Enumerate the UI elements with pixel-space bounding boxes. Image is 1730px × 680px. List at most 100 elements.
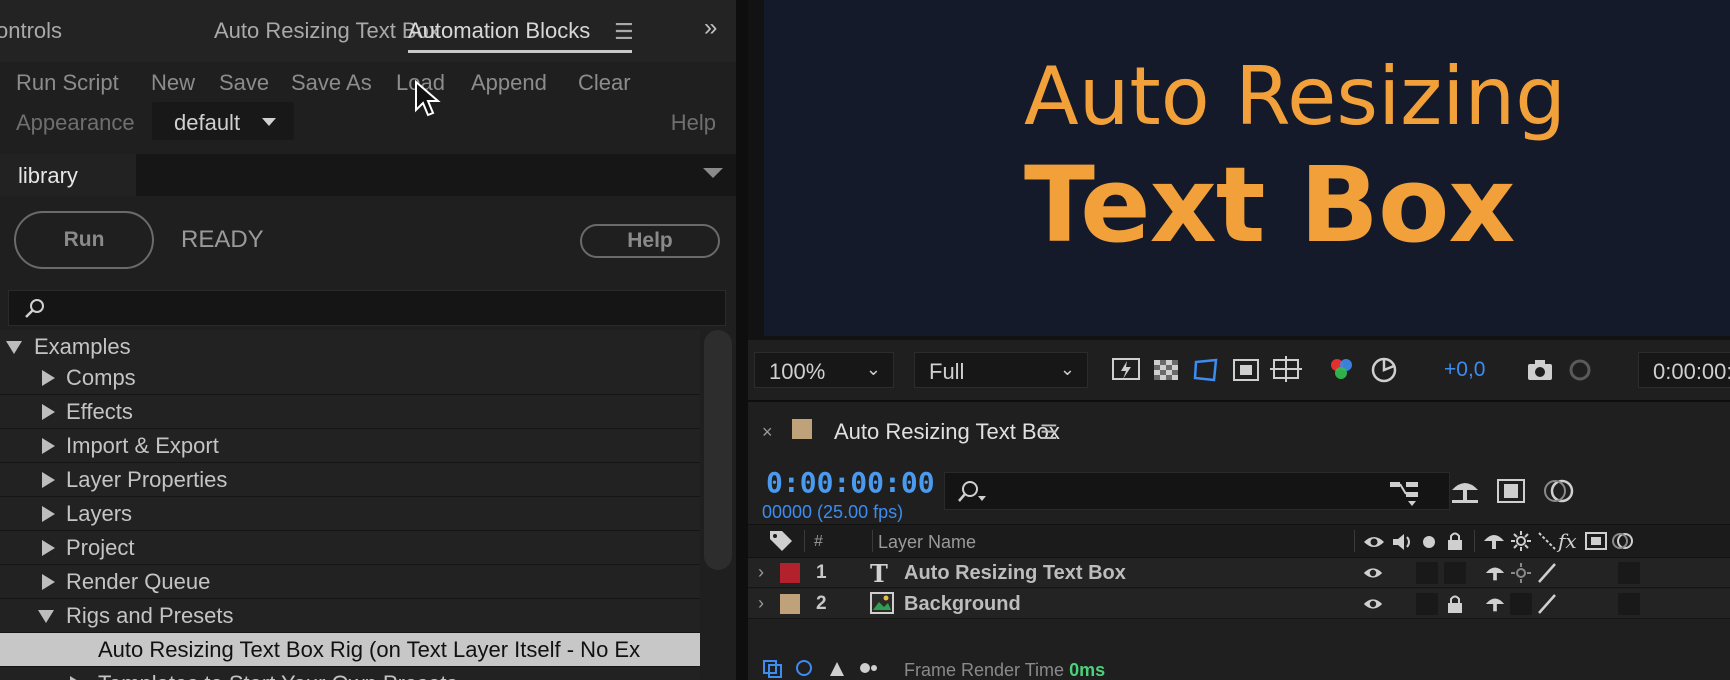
- exposure-value[interactable]: +0,0: [1444, 358, 1485, 382]
- layer-color-swatch[interactable]: [780, 594, 800, 614]
- layer-name[interactable]: Auto Resizing Text Box: [904, 562, 1126, 585]
- expanded-triangle-icon[interactable]: [6, 341, 22, 354]
- fx-toggle[interactable]: [1618, 593, 1640, 615]
- expanded-triangle-icon[interactable]: [38, 610, 54, 623]
- collapsed-triangle-icon[interactable]: [70, 676, 83, 680]
- transparency-grid-icon[interactable]: [1150, 354, 1182, 386]
- label-tag-icon[interactable]: [768, 529, 794, 553]
- mask-visibility-icon[interactable]: [1190, 354, 1222, 386]
- lock-toggle[interactable]: [1444, 562, 1466, 584]
- tree-item-render-queue[interactable]: Render Queue: [0, 565, 700, 599]
- tree-item-templates[interactable]: Templates to Start Your Own Presets: [0, 667, 700, 680]
- eye-icon[interactable]: [1362, 562, 1384, 584]
- region-of-interest-icon[interactable]: [1230, 354, 1262, 386]
- save-button[interactable]: Save: [219, 70, 269, 96]
- chevron-right-icon[interactable]: ›: [758, 562, 764, 583]
- collapsed-triangle-icon[interactable]: [42, 438, 55, 454]
- timeline-search-input[interactable]: [944, 472, 1450, 510]
- solo-toggle[interactable]: [1416, 593, 1438, 615]
- expand-panels-icon[interactable]: »: [704, 14, 717, 42]
- library-dropdown-caret-icon[interactable]: [703, 168, 723, 178]
- shy-layers-icon[interactable]: [1448, 474, 1482, 508]
- layer-name[interactable]: Background: [904, 593, 1021, 616]
- tab-automation-blocks[interactable]: Automation Blocks: [408, 18, 590, 44]
- resolution-dropdown[interactable]: Full ⌄: [914, 352, 1088, 388]
- collapsed-triangle-icon[interactable]: [42, 540, 55, 556]
- motion-blur-icon[interactable]: [1540, 474, 1574, 508]
- snapshot-camera-icon[interactable]: [1524, 354, 1556, 386]
- render-dots-icon[interactable]: [858, 658, 880, 678]
- layer-color-swatch[interactable]: [780, 563, 800, 583]
- appearance-dropdown[interactable]: default: [152, 102, 294, 140]
- mouse-cursor-icon: [415, 80, 441, 117]
- new-button[interactable]: New: [151, 70, 195, 96]
- grid-guides-icon[interactable]: [1270, 354, 1302, 386]
- column-separator[interactable]: [1354, 530, 1355, 552]
- tab-auto-resizing[interactable]: Auto Resizing Text Box: [214, 18, 440, 44]
- clear-button[interactable]: Clear: [578, 70, 631, 96]
- viewer-timecode[interactable]: 0:00:00:: [1638, 352, 1730, 388]
- color-channels-icon[interactable]: [1326, 354, 1358, 386]
- current-time-display[interactable]: 0:00:00:00: [766, 466, 935, 499]
- graph-editor-icon[interactable]: [794, 658, 816, 678]
- tree-item-layers[interactable]: Layers: [0, 497, 700, 531]
- stopwatch-icon[interactable]: [826, 658, 848, 678]
- tree-item-import-export[interactable]: Import & Export: [0, 429, 700, 463]
- shy-icon[interactable]: [1484, 593, 1506, 615]
- layer-row[interactable]: › 2 Background: [748, 589, 1730, 619]
- tab-composition[interactable]: Auto Resizing Text Box: [834, 419, 1060, 445]
- help-button[interactable]: Help: [580, 224, 720, 258]
- comp-button-icon[interactable]: [762, 658, 784, 678]
- library-search-input[interactable]: [8, 290, 726, 326]
- collapsed-triangle-icon[interactable]: [42, 370, 55, 386]
- frame-blending-icon[interactable]: [1494, 474, 1528, 508]
- collapsed-triangle-icon[interactable]: [42, 472, 55, 488]
- help-link[interactable]: Help: [671, 110, 716, 136]
- close-icon[interactable]: ×: [762, 422, 773, 443]
- solo-dot-icon: [1423, 536, 1435, 548]
- shy-icon[interactable]: [1484, 562, 1506, 584]
- tree-item-label: Import & Export: [66, 433, 219, 458]
- fast-previews-icon[interactable]: [1110, 354, 1142, 386]
- run-button[interactable]: Run: [14, 211, 154, 269]
- panel-divider[interactable]: [736, 0, 748, 680]
- collapse-toggle[interactable]: [1510, 593, 1532, 615]
- exposure-icon[interactable]: [1368, 354, 1400, 386]
- save-as-button[interactable]: Save As: [291, 70, 372, 96]
- append-button[interactable]: Append: [471, 70, 547, 96]
- tree-item-project[interactable]: Project: [0, 531, 700, 565]
- appearance-value: default: [174, 110, 241, 135]
- tree-item-effects[interactable]: Effects: [0, 395, 700, 429]
- collapsed-triangle-icon[interactable]: [42, 506, 55, 522]
- library-tab[interactable]: library: [0, 154, 136, 196]
- layer-row[interactable]: › 1 T Auto Resizing Text Box: [748, 558, 1730, 588]
- tree-item-layer-properties[interactable]: Layer Properties: [0, 463, 700, 497]
- column-separator[interactable]: [1474, 530, 1475, 552]
- show-snapshot-icon[interactable]: [1564, 354, 1596, 386]
- tree-item-auto-resizing-rig[interactable]: Auto Resizing Text Box Rig (on Text Laye…: [0, 633, 700, 667]
- tree-scrollbar[interactable]: [704, 330, 732, 570]
- column-separator[interactable]: [804, 530, 805, 552]
- column-layer-name-header[interactable]: Layer Name: [878, 532, 976, 553]
- composition-canvas[interactable]: Auto Resizing Text Box: [764, 0, 1730, 336]
- tree-item-comps[interactable]: Comps: [0, 361, 700, 395]
- collapsed-triangle-icon[interactable]: [42, 404, 55, 420]
- panel-menu-icon[interactable]: ☰: [614, 19, 634, 45]
- quality-slash-icon[interactable]: [1536, 593, 1558, 615]
- fx-toggle[interactable]: [1618, 562, 1640, 584]
- zoom-dropdown[interactable]: 100% ⌄: [754, 352, 894, 388]
- eye-icon[interactable]: [1362, 593, 1384, 615]
- solo-toggle[interactable]: [1416, 562, 1438, 584]
- tree-item-rigs-and-presets[interactable]: Rigs and Presets: [0, 599, 700, 633]
- collapsed-triangle-icon[interactable]: [42, 574, 55, 590]
- lock-icon[interactable]: [1444, 593, 1466, 615]
- column-separator[interactable]: [872, 530, 873, 552]
- chevron-right-icon[interactable]: ›: [758, 593, 764, 614]
- collapse-transform-icon[interactable]: [1510, 562, 1532, 584]
- comp-flowchart-icon[interactable]: [1388, 474, 1422, 508]
- quality-slash-icon[interactable]: [1536, 562, 1558, 584]
- tab-menu-icon[interactable]: ☰: [1040, 420, 1058, 445]
- run-script-button[interactable]: Run Script: [16, 70, 119, 96]
- tab-effect-controls[interactable]: ontrols: [0, 18, 62, 44]
- tree-item-examples[interactable]: Examples: [0, 330, 700, 364]
